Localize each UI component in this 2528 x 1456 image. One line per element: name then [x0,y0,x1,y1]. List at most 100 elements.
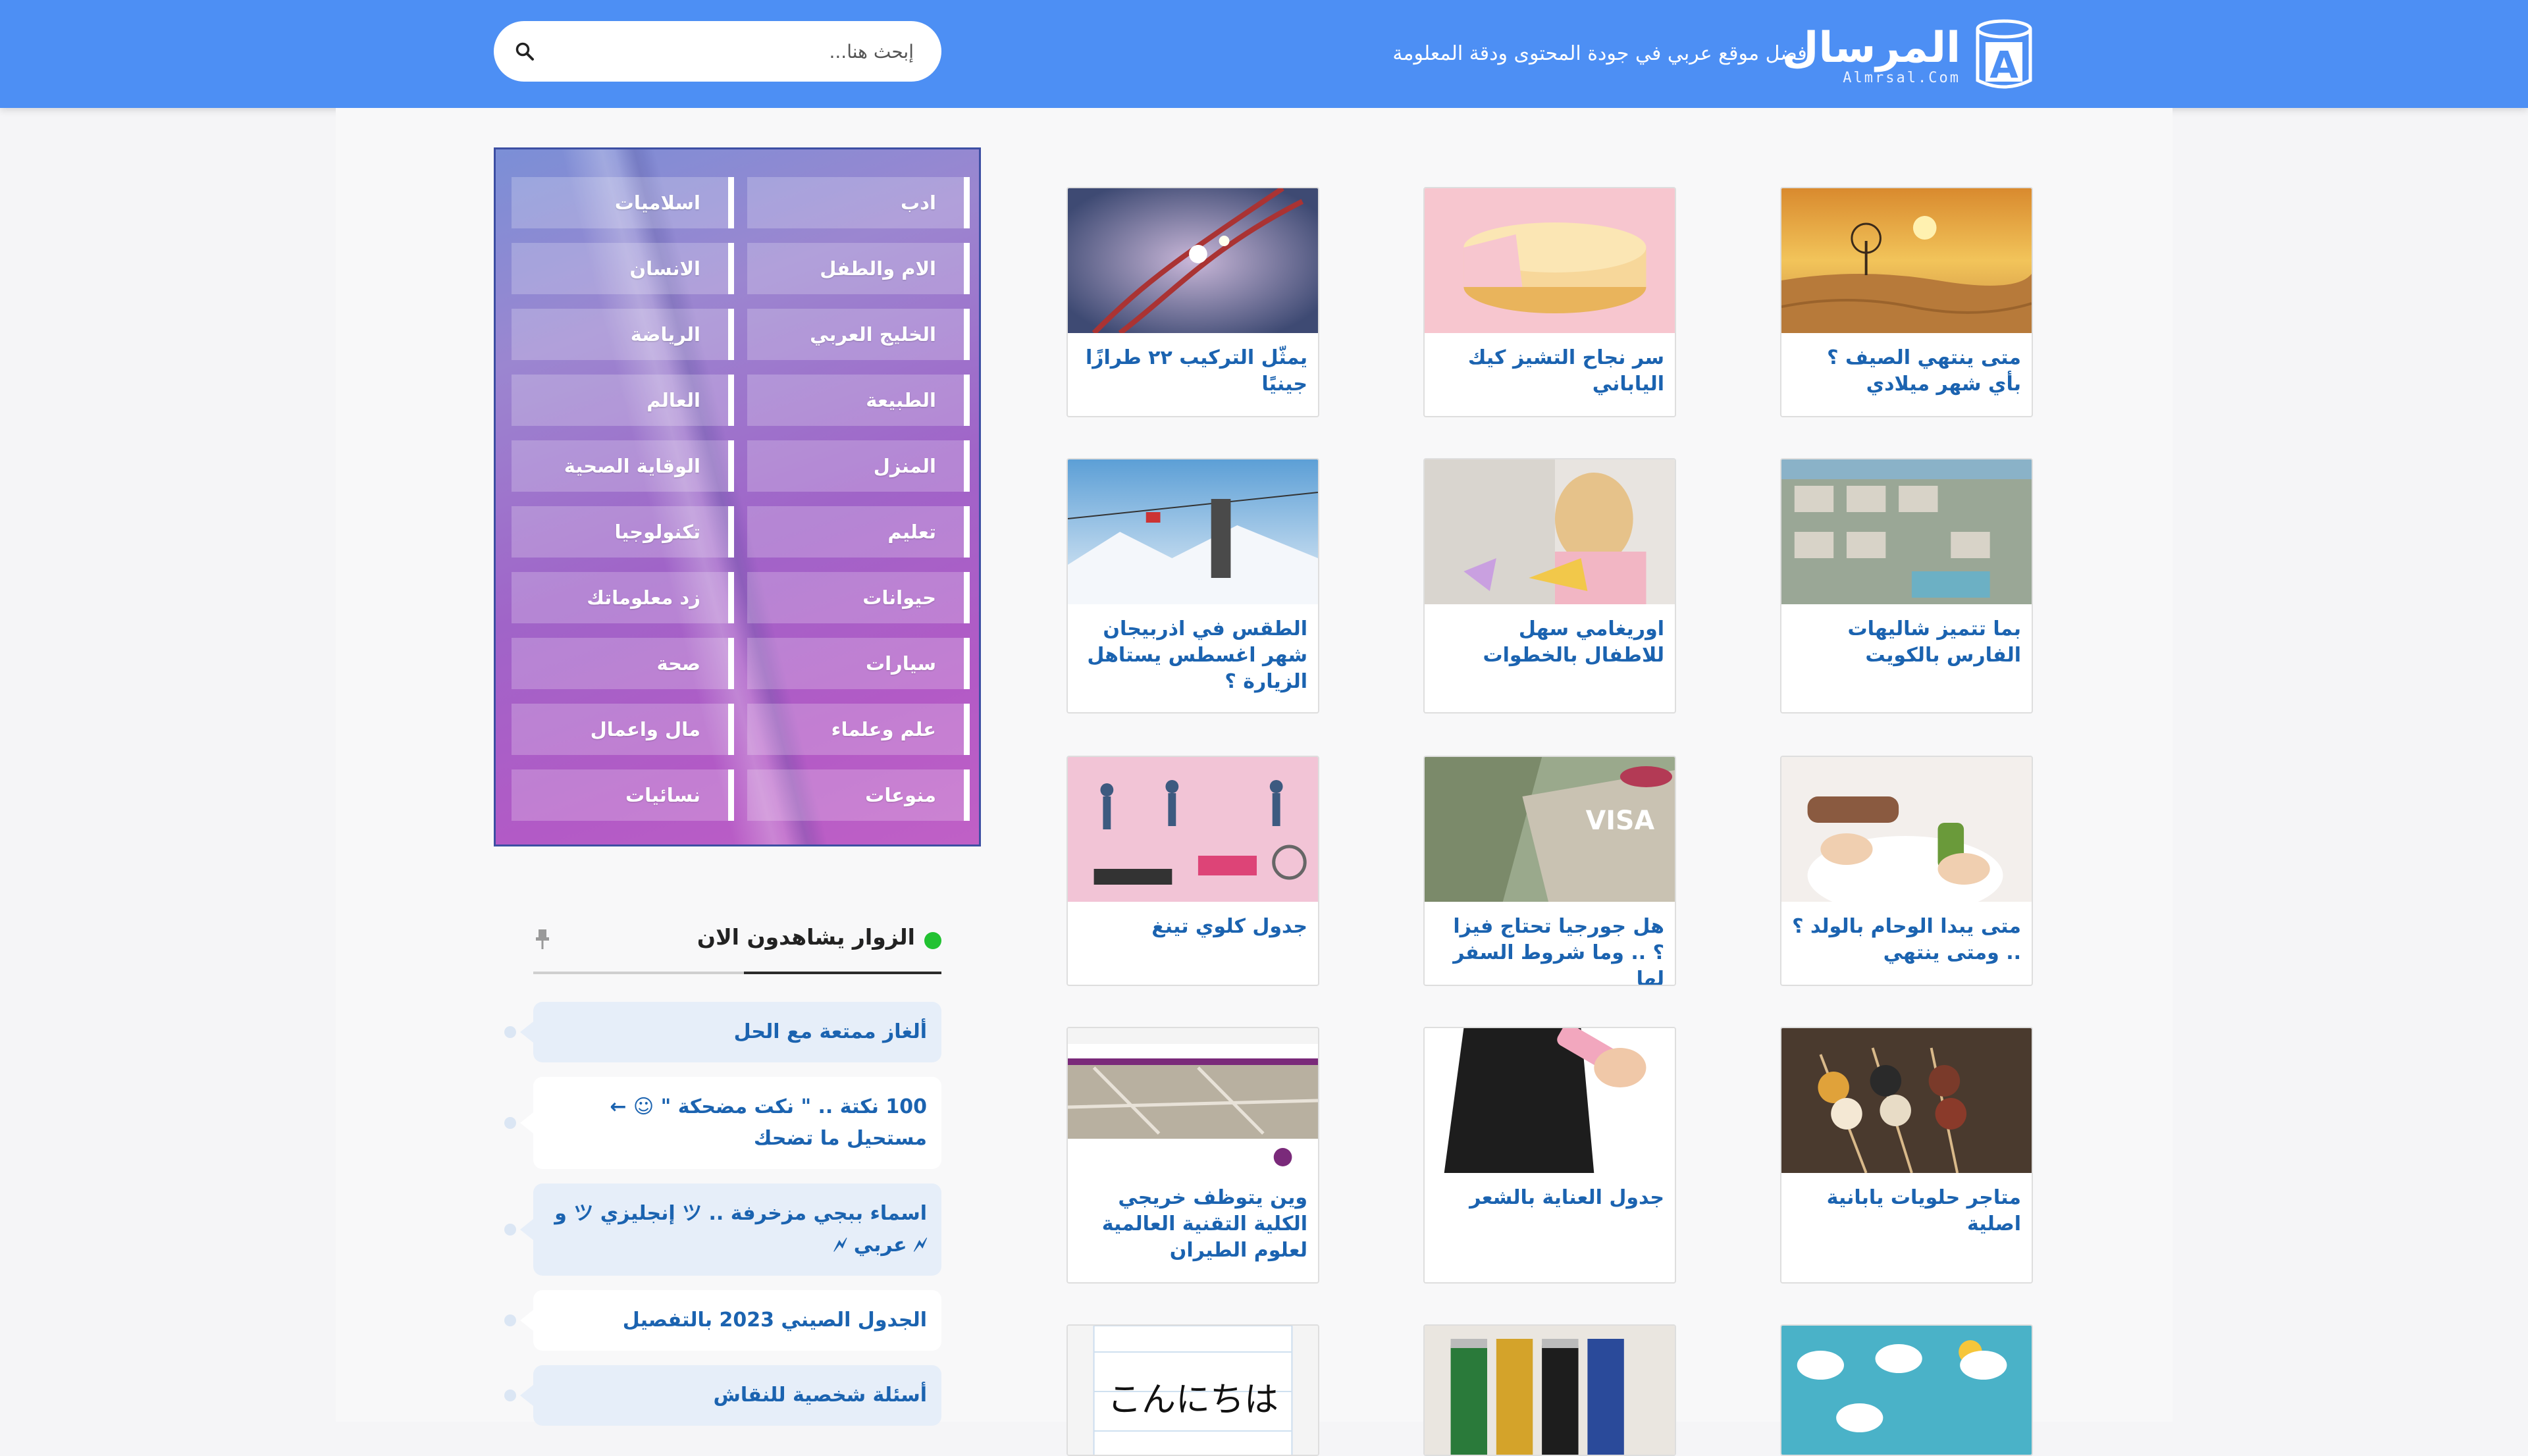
article-title[interactable]: وين يتوظف خريجي الكلية التقنية العالمية … [1068,1173,1318,1274]
header-underline [744,972,941,974]
category-link[interactable]: حيوانات [747,572,970,623]
logo-emblem-icon: A [1976,19,2032,89]
article-title[interactable]: هل جورجيا تحتاج فيزا ؟ .. وما شروط السفر… [1425,902,1675,985]
bubble-pointer [520,1022,533,1043]
article-title[interactable]: بما تتميز شاليهات الفارس بالكويت [1781,604,2032,679]
article-card[interactable]: متى يبدا الوحام بالولد ؟ .. ومتى ينتهي [1780,756,2033,986]
category-link[interactable]: الوقاية الصحية [512,440,734,492]
categories-grid: ادب اسلاميات الام والطفل الانسان الخليج … [509,177,970,821]
article-card[interactable]: متاجر حلويات يابانية اصلية [1780,1027,2033,1284]
list-item-link[interactable]: اسماء ببجي مزخرفة .. ツ إنجليزي ツ و 🗲 عرب… [554,1202,927,1257]
list-item[interactable]: ألغاز ممتعة مع الحل [504,1002,941,1062]
category-link[interactable]: تعليم [747,506,970,558]
category-link[interactable]: علم وعلماء [747,704,970,755]
category-link[interactable]: صحة [512,638,734,689]
article-thumbnail [1425,1326,1675,1455]
site-tagline: أفضل موقع عربي في جودة المحتوى ودقة المع… [1392,42,1812,65]
article-thumbnail [1781,1326,2032,1455]
article-card[interactable]: الطقس في اذربيجان شهر اغسطس يستاهل الزيا… [1066,458,1319,714]
pin-icon[interactable] [533,928,552,950]
article-card[interactable]: وين يتوظف خريجي الكلية التقنية العالمية … [1066,1027,1319,1284]
category-link[interactable]: نسائيات [512,769,734,821]
category-link[interactable]: العالم [512,375,734,426]
categories-panel: ادب اسلاميات الام والطفل الانسان الخليج … [494,147,981,846]
article-thumbnail [1068,1028,1318,1173]
search-box [494,21,941,82]
article-title[interactable]: جدول كلوي تينغ [1068,902,1318,950]
category-link[interactable]: الخليج العربي [747,309,970,360]
article-thumbnail [1425,1028,1675,1173]
live-status-dot [924,932,941,949]
list-item[interactable]: 100 نكتة .. " نكت مضحكة " ☺ ← مستحيل ما … [504,1077,941,1169]
article-title[interactable]: متى يبدا الوحام بالولد ؟ .. ومتى ينتهي [1781,902,2032,977]
article-thumbnail [1781,188,2032,333]
article-thumbnail [1068,757,1318,902]
article-thumbnail [1068,459,1318,604]
category-link[interactable]: الام والطفل [747,243,970,294]
article-card[interactable] [1423,1324,1676,1456]
article-card[interactable]: يمثّل التركيب ٢٢ طرازًا جينيًا [1066,187,1319,417]
list-item-link[interactable]: الجدول الصيني 2023 بالتفصيل [623,1309,927,1332]
visitors-widget: الزوار يشاهدون الان ألغاز ممتعة مع الحل … [504,915,941,1440]
bullet-dot [504,1314,516,1326]
article-card[interactable]: VISA هل جورجيا تحتاج فيزا ؟ .. وما شروط … [1423,756,1676,986]
list-item-link[interactable]: 100 نكتة .. " نكت مضحكة " ☺ ← مستحيل ما … [610,1095,927,1150]
article-title[interactable]: الطقس في اذربيجان شهر اغسطس يستاهل الزيا… [1068,604,1318,706]
search-icon[interactable] [511,38,539,65]
list-item[interactable]: أسئلة شخصية للنقاش [504,1365,941,1426]
category-link[interactable]: تكنولوجيا [512,506,734,558]
widget-title: الزوار يشاهدون الان [697,924,915,950]
category-link[interactable]: الانسان [512,243,734,294]
category-link[interactable]: منوعات [747,769,970,821]
article-card[interactable]: جدول العناية بالشعر [1423,1027,1676,1284]
category-link[interactable]: اسلاميات [512,177,734,228]
bubble-pointer [520,1219,533,1240]
article-card[interactable]: متى ينتهي الصيف ؟ بأي شهر ميلادي [1780,187,2033,417]
category-link[interactable]: الرياضة [512,309,734,360]
list-item[interactable]: الجدول الصيني 2023 بالتفصيل [504,1290,941,1351]
article-thumbnail [1425,459,1675,604]
bullet-dot [504,1117,516,1129]
widget-header: الزوار يشاهدون الان [533,915,941,974]
article-thumbnail [1781,1028,2032,1173]
category-link[interactable]: سيارات [747,638,970,689]
article-card[interactable]: جدول كلوي تينغ [1066,756,1319,986]
category-link[interactable]: الطبيعة [747,375,970,426]
article-title[interactable]: اوريغامي سهل للاطفال بالخطوات [1425,604,1675,679]
article-thumbnail: VISA [1425,757,1675,902]
search-input[interactable] [539,39,915,63]
bubble-pointer [520,1385,533,1406]
logo-domain: Almrsal.Com [1843,69,1961,86]
category-link[interactable]: المنزل [747,440,970,492]
article-card[interactable]: سر نجاح التشيز كيك الياباني [1423,187,1676,417]
list-item-link[interactable]: ألغاز ممتعة مع الحل [734,1020,927,1043]
list-item[interactable]: اسماء ببجي مزخرفة .. ツ إنجليزي ツ و 🗲 عرب… [504,1183,941,1276]
article-thumbnail [1781,459,2032,604]
site-logo[interactable]: A المرسال Almrsal.Com [1782,16,2036,95]
category-link[interactable]: ادب [747,177,970,228]
article-title[interactable]: يمثّل التركيب ٢٢ طرازًا جينيًا [1068,333,1318,408]
article-card[interactable]: こんにちは [1066,1324,1319,1456]
article-thumbnail [1781,757,2032,902]
article-title[interactable]: سر نجاح التشيز كيك الياباني [1425,333,1675,408]
article-title[interactable]: متى ينتهي الصيف ؟ بأي شهر ميلادي [1781,333,2032,408]
article-card[interactable]: بما تتميز شاليهات الفارس بالكويت [1780,458,2033,714]
visitors-list: ألغاز ممتعة مع الحل 100 نكتة .. " نكت مض… [504,1002,941,1426]
article-thumbnail [1068,188,1318,333]
article-card[interactable]: اوريغامي سهل للاطفال بالخطوات [1423,458,1676,714]
article-card[interactable] [1780,1324,2033,1456]
list-item-link[interactable]: أسئلة شخصية للنقاش [714,1384,928,1407]
bubble-pointer [520,1112,533,1133]
bullet-dot [504,1224,516,1235]
article-thumbnail [1425,188,1675,333]
svg-text:VISA: VISA [1586,806,1655,836]
bubble-pointer [520,1310,533,1331]
svg-text:A: A [1989,44,2018,87]
bullet-dot [504,1026,516,1038]
article-image-text: こんにちは [1107,1380,1278,1420]
category-link[interactable]: زد معلوماتك [512,572,734,623]
category-link[interactable]: مال واعمال [512,704,734,755]
article-title[interactable]: متاجر حلويات يابانية اصلية [1781,1173,2032,1248]
article-title[interactable]: جدول العناية بالشعر [1425,1173,1675,1222]
site-header: A المرسال Almrsal.Com أفضل موقع عربي في … [0,0,2528,108]
